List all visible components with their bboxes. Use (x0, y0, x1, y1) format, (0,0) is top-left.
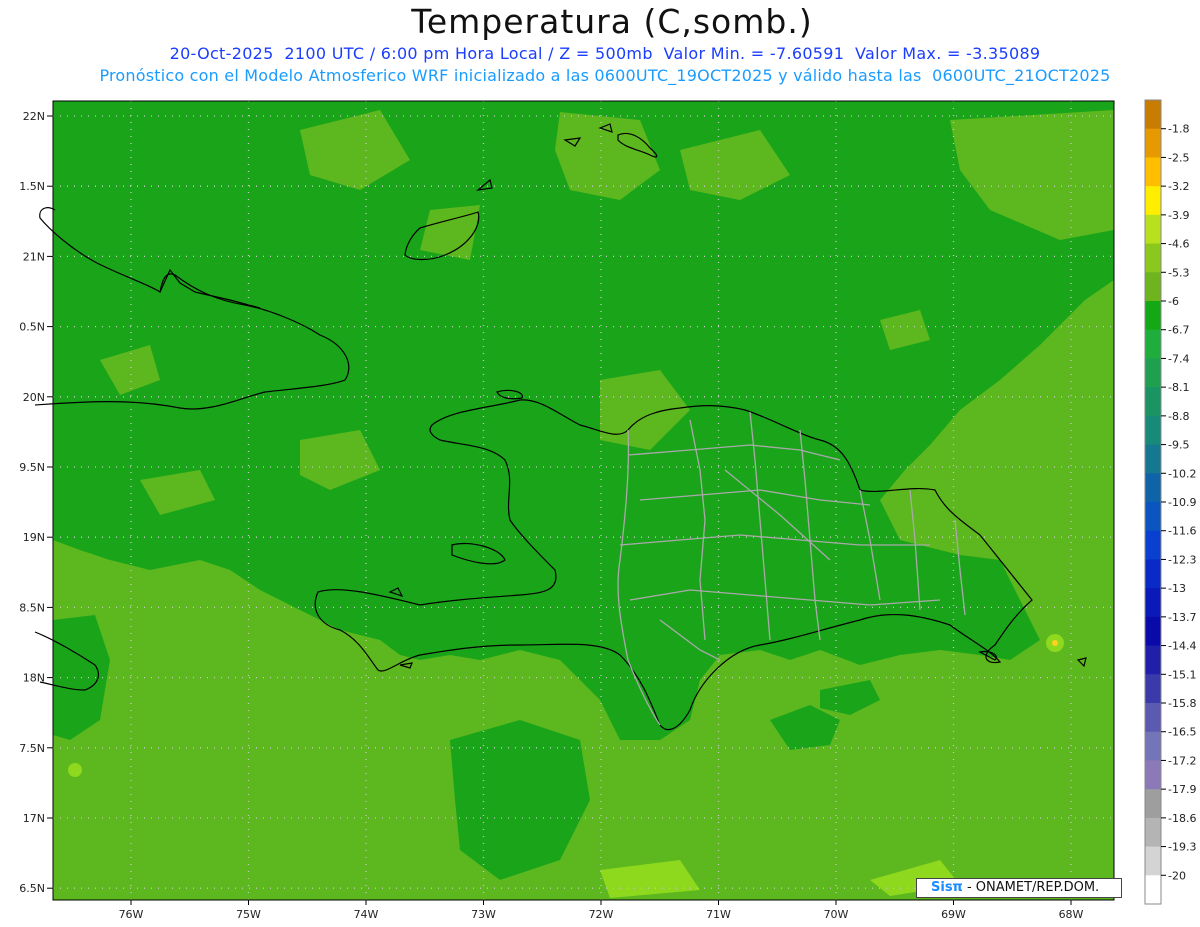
temperature-field (53, 101, 1114, 900)
colorbar-swatch (1145, 444, 1161, 474)
colorbar-label: -9.5 (1168, 439, 1189, 452)
colorbar-swatch (1145, 329, 1161, 359)
colorbar-label: -18.6 (1168, 812, 1196, 825)
colorbar-swatch (1145, 358, 1161, 388)
colorbar-label: -15.1 (1168, 668, 1196, 681)
lat-tick-label: 7.5N (19, 742, 45, 755)
colorbar-label: -3.9 (1168, 209, 1189, 222)
lon-tick-label: 70W (824, 908, 849, 921)
colorbar-label: -12.3 (1168, 553, 1196, 566)
lat-tick-label: 17N (23, 812, 45, 825)
colorbar-swatch (1145, 186, 1161, 216)
lon-tick-label: 72W (589, 908, 614, 921)
colorbar-label: -11.6 (1168, 525, 1196, 538)
colorbar-label: -10.9 (1168, 496, 1196, 509)
lon-tick-label: 71W (706, 908, 731, 921)
lon-tick-label: 73W (471, 908, 496, 921)
lat-tick-label: 18N (23, 672, 45, 685)
colorbar-label: -8.1 (1168, 381, 1189, 394)
lon-tick-label: 75W (236, 908, 261, 921)
colorbar-label: -17.2 (1168, 754, 1196, 767)
colorbar-swatch (1145, 703, 1161, 733)
colorbar-label: -13.7 (1168, 611, 1196, 624)
colorbar-label: -6.7 (1168, 324, 1189, 337)
colorbar-swatch (1145, 731, 1161, 761)
lat-tick-label: 19N (23, 531, 45, 544)
colorbar-label: -4.6 (1168, 238, 1189, 251)
colorbar-label: -3.2 (1168, 180, 1189, 193)
colorbar-swatch (1145, 817, 1161, 848)
colorbar-swatch (1145, 588, 1161, 618)
colorbar-label: -5.3 (1168, 266, 1189, 279)
colorbar-swatch (1145, 502, 1161, 532)
colorbar-swatch (1145, 530, 1161, 560)
colorbar-swatch (1145, 387, 1161, 417)
credit-text: - ONAMET/REP.DOM. (962, 880, 1100, 895)
lon-tick-label: 76W (119, 908, 144, 921)
lon-tick-label: 69W (941, 908, 966, 921)
colorbar-label: -20 (1168, 869, 1186, 882)
colorbar-swatch (1145, 875, 1161, 905)
colorbar-swatch (1145, 100, 1161, 130)
field-warm-spot-2 (68, 763, 82, 777)
lat-tick-label: 21N (23, 250, 45, 263)
colorbar-label: -2.5 (1168, 151, 1189, 164)
colorbar-swatch (1145, 760, 1161, 790)
lat-tick-label: 9.5N (19, 461, 45, 474)
lat-tick-label: 22N (23, 110, 45, 123)
colorbar-swatch (1145, 243, 1161, 273)
lat-tick-label: 0.5N (19, 321, 45, 334)
lon-tick-label: 68W (1059, 908, 1084, 921)
colorbar-label: -14.4 (1168, 640, 1196, 653)
colorbar-swatch (1145, 473, 1161, 503)
colorbar-label: -10.2 (1168, 467, 1196, 480)
lat-tick-label: 6.5N (19, 882, 45, 895)
colorbar-swatch (1145, 157, 1161, 187)
colorbar-label: -8.8 (1168, 410, 1189, 423)
lat-tick-label: 8.5N (19, 601, 45, 614)
lat-tick-label: 1.5N (19, 180, 45, 193)
sisp-logo: Sisπ (931, 880, 963, 895)
colorbar-swatch (1145, 559, 1161, 589)
field-warm-spot-core (1052, 640, 1058, 646)
colorbar-swatch (1145, 214, 1161, 245)
colorbar-label: -7.4 (1168, 352, 1189, 365)
colorbar-swatch (1145, 674, 1161, 704)
colorbar-label: -1.8 (1168, 123, 1189, 136)
colorbar-swatch (1145, 128, 1161, 158)
colorbar-swatch (1145, 846, 1161, 876)
credit-box: Sisπ - ONAMET/REP.DOM. (916, 878, 1122, 898)
colorbar-swatch (1145, 789, 1161, 819)
map-canvas: 22N 1.5N 21N 0.5N 20N 9.5N 19N 8.5N 18N 7.5N 17N 6.… (19, 99, 1196, 921)
colorbar-label: -16.5 (1168, 726, 1196, 739)
colorbar-swatch (1145, 272, 1161, 302)
lat-tick-label: 20N (23, 391, 45, 404)
colorbar-label: -19.3 (1168, 841, 1196, 854)
colorbar-swatch (1145, 616, 1161, 647)
colorbar-swatch (1145, 415, 1161, 446)
colorbar-swatch (1145, 301, 1161, 331)
colorbar-label: -13 (1168, 582, 1186, 595)
colorbar-label: -6 (1168, 295, 1179, 308)
lon-tick-label: 74W (354, 908, 379, 921)
colorbar-swatch (1145, 645, 1161, 675)
colorbar-label: -15.8 (1168, 697, 1196, 710)
colorbar: -1.8 -2.5 -3.2 -3.9 -4.6 -5.3 -6 -6.7 -7.4 -8.1 -8… (1144, 99, 1196, 905)
colorbar-label: -17.9 (1168, 783, 1196, 796)
